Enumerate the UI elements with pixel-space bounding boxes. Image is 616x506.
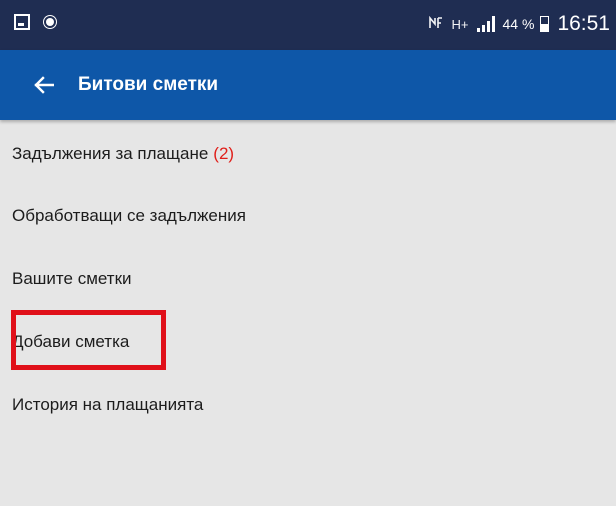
menu-item-label: Вашите сметки <box>12 268 132 288</box>
shield-icon <box>46 18 54 26</box>
page-title: Битови сметки <box>78 74 219 95</box>
menu-list: Задължения за плащане (2) Обработващи се… <box>0 124 616 436</box>
notification-image-icon <box>14 14 30 30</box>
menu-item-label: Задължения за плащане <box>12 144 209 163</box>
menu-item-processing-obligations[interactable]: Обработващи се задължения <box>0 184 616 247</box>
menu-item-label: Обработващи се задължения <box>12 205 246 225</box>
menu-item-payments-due[interactable]: Задължения за плащане (2) <box>0 124 616 184</box>
nfc-icon <box>428 15 444 33</box>
battery-percent: 44 % <box>502 16 535 32</box>
network-type-text: H+ <box>451 16 469 32</box>
menu-item-add-bill[interactable]: Добави сметка <box>0 310 616 373</box>
menu-item-label: Добави сметка <box>12 331 130 351</box>
status-bar: H+ 44 % 16:51 <box>0 0 616 50</box>
status-time: 16:51 <box>557 12 610 35</box>
signal-icon <box>476 16 495 32</box>
menu-item-payment-history[interactable]: История на плащанията <box>0 373 616 436</box>
status-left-icons <box>14 14 54 30</box>
arrow-left-icon[interactable] <box>30 71 58 99</box>
app-bar: Битови сметки <box>0 50 616 120</box>
menu-item-your-bills[interactable]: Вашите сметки <box>0 247 616 310</box>
battery-icon <box>540 16 550 32</box>
status-right: H+ 44 % 16:51 <box>428 11 610 37</box>
menu-item-label: История на плащанията <box>12 394 204 414</box>
count-badge: (2) <box>213 144 235 163</box>
